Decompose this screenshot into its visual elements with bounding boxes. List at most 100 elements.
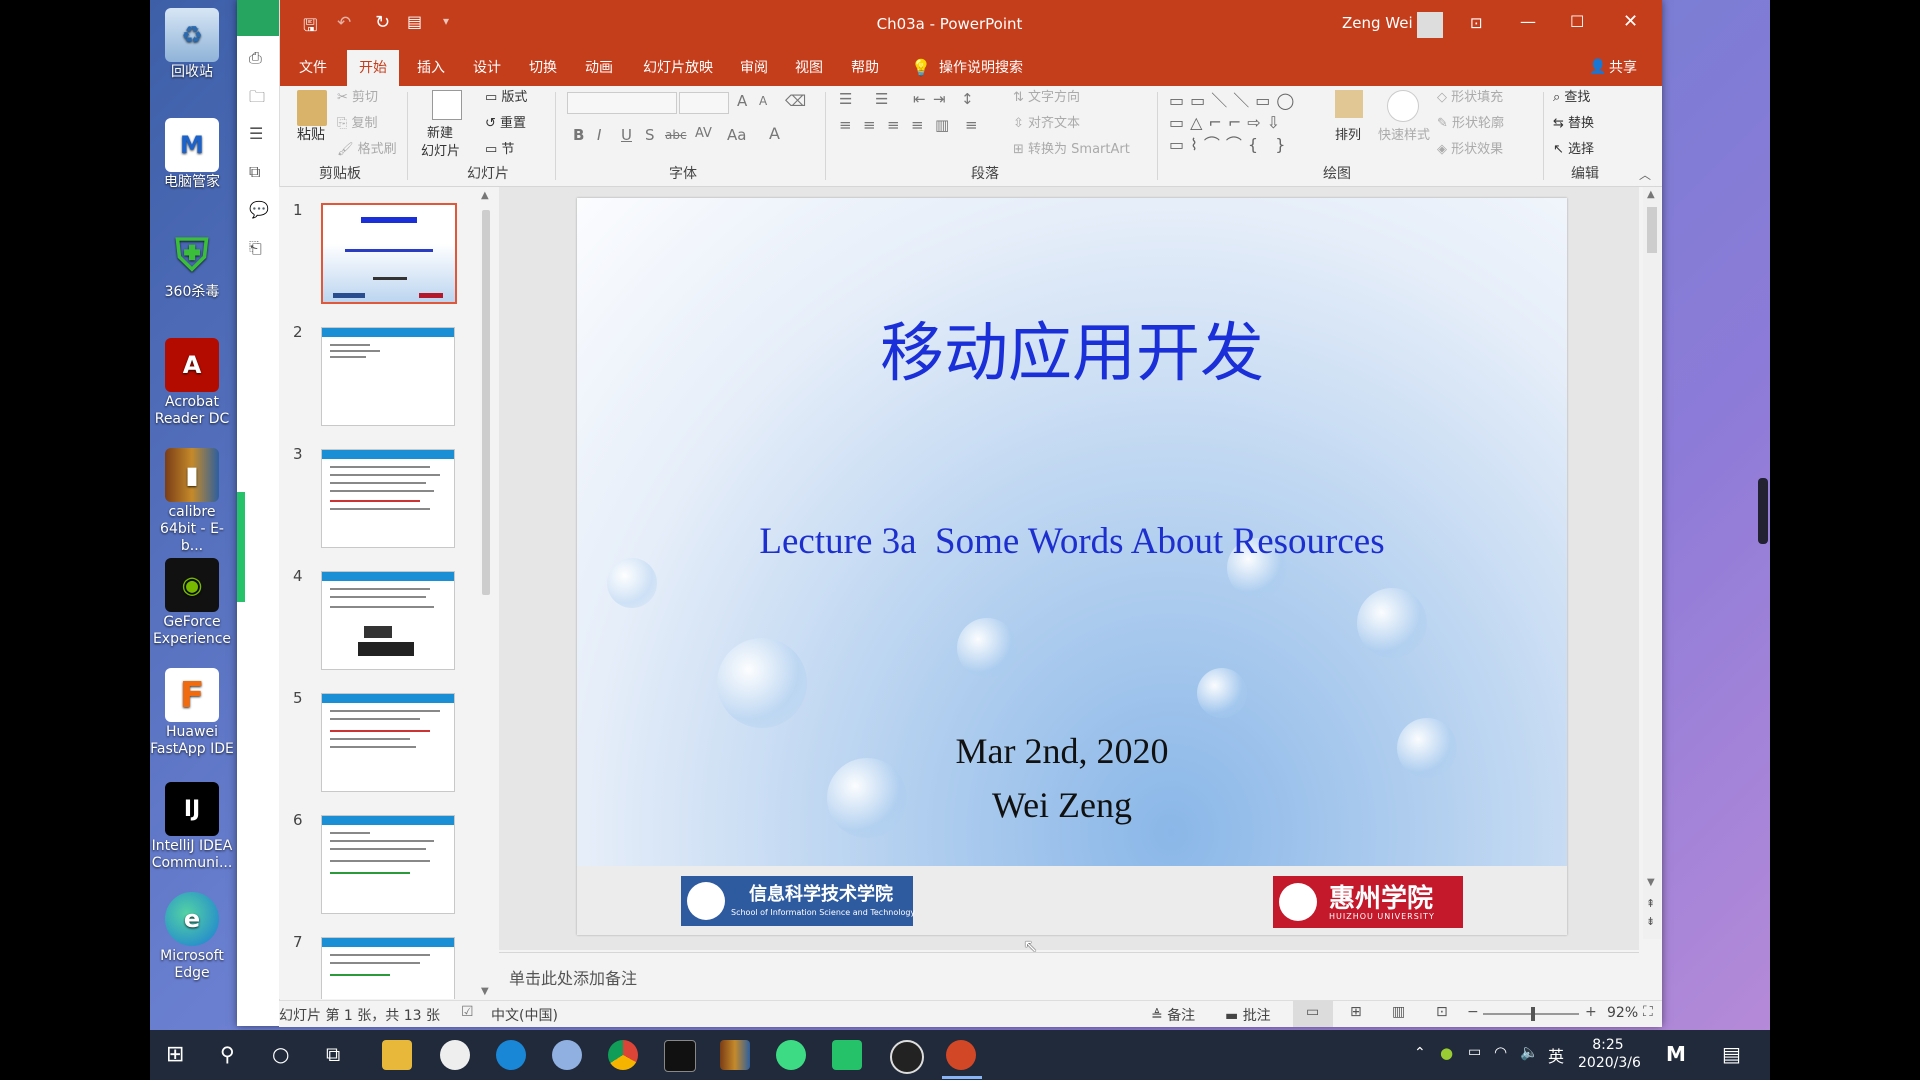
format-painter-button[interactable]: 🖌 格式刷 — [337, 138, 397, 157]
shrink-font-button[interactable]: A — [759, 94, 767, 108]
spelling-icon[interactable]: ☑ — [461, 1004, 474, 1020]
char-spacing-button[interactable]: AV — [695, 126, 712, 141]
slide-author[interactable]: Wei Zeng — [577, 784, 1547, 826]
quick-styles-icon[interactable] — [1387, 90, 1419, 122]
folder-icon[interactable]: 🗀 — [249, 86, 265, 113]
tab-design[interactable]: 设计 — [473, 50, 501, 86]
minimize-icon[interactable]: — — [1520, 12, 1536, 31]
paste-icon[interactable] — [297, 90, 327, 126]
reading-view-icon[interactable]: ▥ — [1392, 1004, 1405, 1020]
paste-button[interactable]: 粘贴 — [297, 124, 325, 144]
battery-icon[interactable]: ▭ — [1468, 1044, 1481, 1060]
align-text-button[interactable]: ⇳ 对齐文本 — [1013, 112, 1080, 131]
clear-format-icon[interactable]: ⌫ — [785, 92, 806, 110]
copy-button[interactable]: ⎘ 复制 — [337, 112, 378, 131]
line-spacing-icon[interactable]: ↕ — [961, 90, 974, 108]
desktop-icon-geforce[interactable]: ◉ GeForce Experience — [150, 558, 234, 648]
slide-thumbnail[interactable] — [321, 693, 455, 792]
collapse-ribbon-icon[interactable]: ︿ — [1639, 166, 1651, 183]
bold-button[interactable]: B — [573, 126, 584, 144]
export-icon[interactable]: ⎗ — [249, 238, 262, 258]
italic-button[interactable]: I — [597, 126, 601, 144]
pc-manager-tray-icon[interactable]: M — [1666, 1042, 1686, 1066]
align-left-icon[interactable]: ≡ — [839, 116, 852, 134]
fit-to-window-icon[interactable]: ⛶ — [1643, 1004, 1653, 1020]
decrease-indent-icon[interactable]: ⇤ — [913, 90, 926, 108]
tray-app-icon[interactable]: ● — [1440, 1044, 1453, 1062]
grow-font-button[interactable]: A — [737, 92, 747, 110]
share-button[interactable]: 共享 — [1609, 50, 1637, 86]
notes-pane[interactable]: 单击此处添加备注 — [499, 952, 1639, 1001]
zoom-out-icon[interactable]: − — [1467, 1004, 1479, 1020]
new-slide-icon[interactable] — [432, 90, 462, 120]
search-icon[interactable]: ⚲ — [220, 1042, 235, 1066]
terminal-icon[interactable] — [664, 1040, 696, 1072]
slide-title[interactable]: 移动应用开发 — [577, 302, 1567, 394]
taskbar-edge-icon[interactable] — [496, 1040, 526, 1070]
maximize-icon[interactable]: ☐ — [1570, 12, 1584, 31]
arrange-icon[interactable] — [1335, 90, 1363, 118]
tell-me-search[interactable]: 操作说明搜索 — [939, 50, 1023, 86]
ime-indicator[interactable]: 英 — [1548, 1043, 1564, 1067]
shadow-text-button[interactable]: S — [645, 126, 655, 144]
slide-date[interactable]: Mar 2nd, 2020 — [577, 730, 1547, 772]
notes-placeholder[interactable]: 单击此处添加备注 — [509, 965, 637, 989]
edge-side-handle[interactable] — [1758, 478, 1768, 544]
slide-scrollbar[interactable]: ▲ ▼ ⇞ ⇟ — [1643, 187, 1661, 939]
tab-animations[interactable]: 动画 — [585, 50, 613, 86]
section-button[interactable]: ▭ 节 — [485, 138, 514, 157]
tab-transitions[interactable]: 切换 — [529, 50, 557, 86]
zoom-slider-thumb[interactable] — [1531, 1007, 1535, 1021]
cortana-icon[interactable]: ○ — [272, 1042, 289, 1066]
desktop-icon-edge[interactable]: e Microsoft Edge — [150, 892, 234, 982]
slide-thumbnail[interactable] — [321, 449, 455, 548]
desktop-icon-calibre[interactable]: ▮ calibre 64bit - E-b... — [150, 448, 234, 555]
layout-button[interactable]: ▭ 版式 — [485, 86, 527, 105]
side-panel-handle[interactable] — [237, 492, 245, 602]
zoom-level[interactable]: 92% — [1607, 1005, 1638, 1021]
copy-pages-icon[interactable]: ⧉ — [249, 162, 260, 182]
slide-subtitle[interactable]: Lecture 3a Some Words About Resources — [577, 520, 1567, 563]
quick-styles-button[interactable]: 快速样式 — [1378, 124, 1430, 143]
tab-help[interactable]: 帮助 — [851, 50, 879, 86]
arrange-button[interactable]: 排列 — [1335, 124, 1361, 143]
desktop-icon-intellij[interactable]: IJ IntelliJ IDEA Communi... — [150, 782, 234, 872]
next-slide-icon[interactable]: ⇟ — [1646, 915, 1655, 928]
action-center-icon[interactable]: ▤ — [1722, 1042, 1741, 1066]
user-name[interactable]: Zeng Wei — [1342, 14, 1413, 32]
chrome-icon[interactable] — [608, 1040, 638, 1070]
previous-slide-icon[interactable]: ⇞ — [1646, 897, 1655, 910]
underline-button[interactable]: U — [621, 126, 632, 144]
notes-toggle[interactable]: ≜ 备注 — [1151, 1005, 1195, 1025]
scroll-thumb[interactable] — [1647, 207, 1657, 253]
select-button[interactable]: ↖ 选择 — [1553, 138, 1594, 157]
columns-icon[interactable]: ▥ — [935, 116, 949, 134]
print-icon[interactable]: ⎙ — [249, 48, 262, 68]
tab-review[interactable]: 审阅 — [740, 50, 768, 86]
strikethrough-button[interactable]: abc — [665, 128, 687, 142]
tab-insert[interactable]: 插入 — [417, 50, 445, 86]
desktop-icon-recycle-bin[interactable]: ♻ 回收站 — [150, 8, 234, 81]
current-slide[interactable]: 移动应用开发 Lecture 3a Some Words About Resou… — [577, 198, 1567, 935]
scroll-up-icon[interactable]: ▲ — [481, 190, 489, 201]
thumbnails-scrollbar[interactable]: ▲ ▼ — [477, 190, 495, 1000]
shape-effects-button[interactable]: ◈ 形状效果 — [1437, 138, 1503, 157]
bullets-icon[interactable]: ☰ — [839, 90, 852, 108]
tab-home[interactable]: 开始 — [347, 50, 399, 86]
align-center-icon[interactable]: ≡ — [863, 116, 876, 134]
slide-thumbnail[interactable] — [321, 203, 457, 304]
slide-thumbnail[interactable] — [321, 815, 455, 914]
shapes-gallery[interactable]: ▭▭＼＼▭◯ ▭△⌐⌐⇨⇩ ▭⌇⌒⌒{ } — [1169, 90, 1317, 154]
find-button[interactable]: ⌕ 查找 — [1553, 86, 1590, 105]
powerpoint-taskbar-icon[interactable] — [946, 1040, 976, 1070]
smartart-button[interactable]: ⊞ 转换为 SmartArt — [1013, 138, 1130, 157]
font-size-select[interactable] — [679, 92, 729, 114]
list-icon[interactable]: ☰ — [249, 124, 263, 143]
ribbon-display-options-icon[interactable]: ⊡ — [1470, 14, 1483, 32]
scroll-thumb[interactable] — [482, 210, 490, 595]
cut-button[interactable]: ✂ 剪切 — [337, 86, 378, 105]
comments-toggle[interactable]: ▬ 批注 — [1225, 1005, 1271, 1025]
volume-icon[interactable]: 🔈 — [1520, 1043, 1539, 1061]
font-name-select[interactable] — [567, 92, 677, 114]
desktop-icon-360[interactable]: ⛨ 360杀毒 — [150, 228, 234, 301]
